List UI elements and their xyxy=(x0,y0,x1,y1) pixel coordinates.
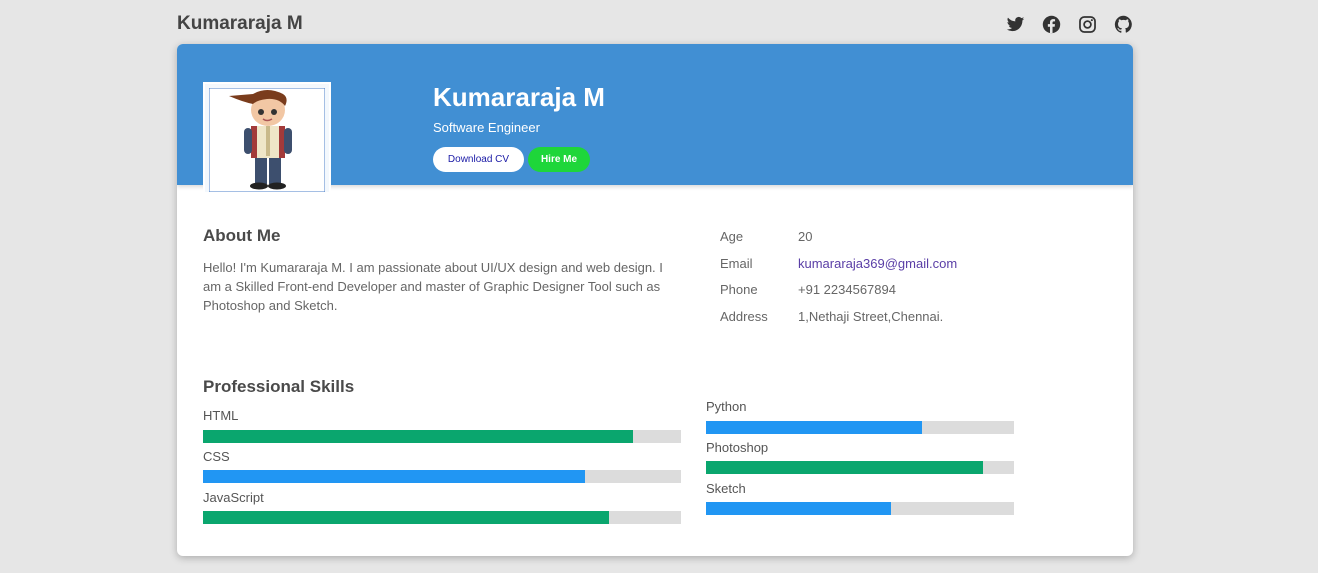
profile-card: Kumararaja M Software Engineer Download … xyxy=(177,44,1133,556)
skill-label-photoshop: Photoshop xyxy=(706,440,769,455)
github-icon[interactable] xyxy=(1114,15,1133,34)
skill-bar-fill-javascript xyxy=(203,511,610,524)
skill-bar-html xyxy=(203,430,681,443)
skill-bar-css xyxy=(203,470,681,483)
skill-bar-python xyxy=(706,421,1014,434)
hire-me-button[interactable]: Hire Me xyxy=(528,147,590,172)
info-label-address: Address xyxy=(720,309,768,324)
skill-label-html: HTML xyxy=(203,408,239,423)
skill-bar-fill-html xyxy=(203,430,634,443)
skills-title: Professional Skills xyxy=(203,377,355,396)
skill-bar-photoshop xyxy=(706,461,1014,474)
cartoon-boy-illustration xyxy=(209,88,325,192)
skill-bar-fill-sketch xyxy=(706,502,891,515)
skill-label-css: CSS xyxy=(203,449,230,464)
profile-role: Software Engineer xyxy=(433,120,540,135)
skill-bar-sketch xyxy=(706,502,1014,515)
download-cv-button[interactable]: Download CV xyxy=(433,147,524,172)
skill-bar-fill-photoshop xyxy=(706,461,984,474)
about-title: About Me xyxy=(203,226,281,245)
about-text: Hello! I'm Kumararaja M. I am passionate… xyxy=(203,260,663,313)
twitter-icon[interactable] xyxy=(1006,15,1025,34)
info-label-email: Email xyxy=(720,256,753,271)
instagram-icon[interactable] xyxy=(1078,15,1097,34)
social-links xyxy=(1006,15,1133,34)
facebook-icon[interactable] xyxy=(1042,15,1061,34)
info-value-phone: +91 2234567894 xyxy=(798,282,896,297)
skill-label-javascript: JavaScript xyxy=(203,490,264,505)
top-navbar: Kumararaja M xyxy=(177,0,1133,44)
site-title[interactable]: Kumararaja M xyxy=(177,13,303,35)
skill-bar-fill-css xyxy=(203,470,586,483)
skill-bar-javascript xyxy=(203,511,681,524)
info-value-age: 20 xyxy=(798,229,813,244)
skill-label-python: Python xyxy=(706,399,747,414)
skill-label-sketch: Sketch xyxy=(706,481,746,496)
info-value-address: 1,Nethaji Street,Chennai. xyxy=(798,309,944,324)
info-label-age: Age xyxy=(720,229,744,244)
info-value-email[interactable]: kumararaja369@gmail.com xyxy=(798,256,957,271)
skill-bar-fill-python xyxy=(706,421,922,434)
profile-name: Kumararaja M xyxy=(433,82,605,112)
info-label-phone: Phone xyxy=(720,282,758,297)
avatar xyxy=(203,82,331,194)
